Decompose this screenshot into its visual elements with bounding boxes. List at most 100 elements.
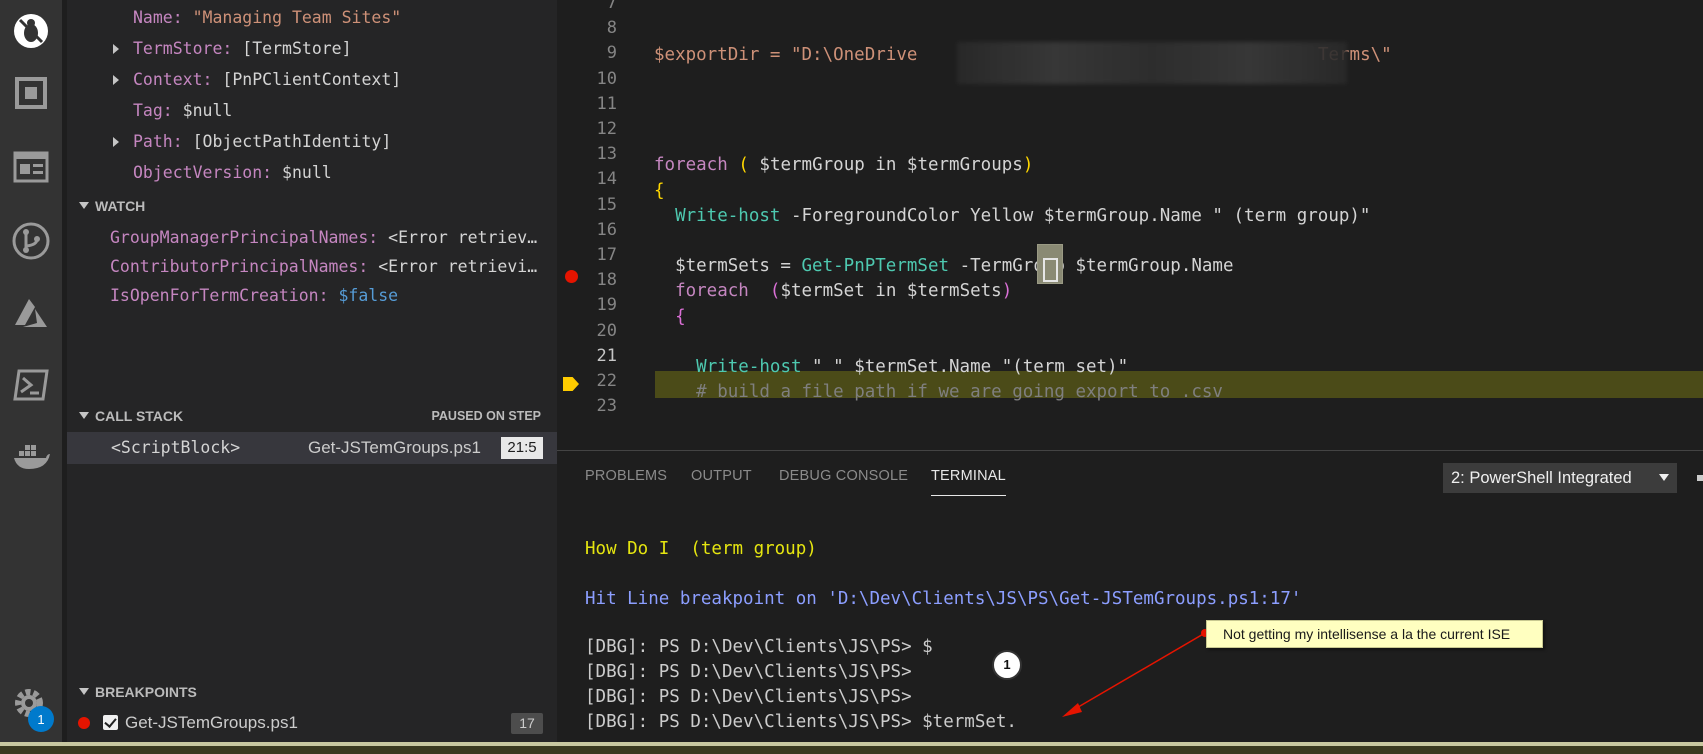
code-line-14: { bbox=[654, 181, 665, 201]
foreach-outer-expr: $termGroup in $termGroups bbox=[759, 155, 1023, 175]
watch-name: GroupManagerPrincipalNames: bbox=[110, 228, 379, 247]
expand-icon[interactable] bbox=[113, 44, 119, 54]
get-cmd: Get-PnPTermSet bbox=[801, 256, 950, 276]
variable-name: TermStore: bbox=[133, 39, 233, 58]
code-line-22: # build a file path if we are going expo… bbox=[654, 379, 1223, 406]
line-number: 21 bbox=[596, 345, 617, 366]
watch-value: $false bbox=[328, 286, 399, 305]
code-line-19: { bbox=[675, 307, 686, 327]
step-number-marker: 1 bbox=[992, 650, 1022, 680]
paused-status: PAUSED ON STEP bbox=[431, 409, 541, 423]
frame-file: Get-JSTemGroups.ps1 bbox=[308, 438, 481, 457]
terminal-line: [DBG]: PS D:\Dev\Clients\JS\PS> bbox=[585, 687, 912, 707]
explorer-panel-button[interactable] bbox=[0, 136, 62, 198]
line-number: 20 bbox=[596, 320, 617, 341]
variable-name: Tag: bbox=[133, 101, 173, 120]
source-control-button[interactable] bbox=[0, 210, 62, 272]
breakpoint-enabled-checkbox[interactable] bbox=[103, 715, 118, 730]
debug-off-icon bbox=[14, 14, 48, 48]
terminal-select-value: 2: PowerShell Integrated bbox=[1451, 469, 1632, 487]
foreach-inner-expr: $termSet in $termSets bbox=[780, 281, 1002, 301]
line-number: 12 bbox=[596, 119, 617, 139]
breakpoints-section-header[interactable]: BREAKPOINTS bbox=[67, 677, 557, 707]
terminal-select[interactable]: 2: PowerShell Integrated bbox=[1443, 463, 1677, 493]
debug-sidebar: Name: "Managing Team Sites" TermStore: [T… bbox=[67, 0, 557, 742]
redacted-path bbox=[957, 42, 1347, 84]
tab-problems[interactable]: PROBLEMS bbox=[585, 468, 667, 484]
term-sets-assign: $termSets = bbox=[675, 256, 802, 276]
watch-item[interactable]: IsOpenForTermCreation: $false bbox=[110, 280, 557, 311]
breakpoint-item[interactable]: Get-JSTemGroups.ps1 17 bbox=[67, 708, 557, 738]
variable-row[interactable]: Context: [PnPClientContext] bbox=[113, 64, 401, 95]
chevron-down-icon bbox=[1659, 474, 1669, 481]
write-host-1-args: -ForegroundColor Yellow $termGroup.Name … bbox=[790, 206, 1371, 226]
debug-view-button[interactable] bbox=[0, 0, 62, 62]
panel-action-icon[interactable] bbox=[1697, 475, 1703, 481]
powershell-icon bbox=[13, 369, 49, 401]
azure-button[interactable] bbox=[0, 282, 62, 344]
watch-title: WATCH bbox=[95, 198, 146, 214]
variable-name: Name: bbox=[133, 8, 183, 27]
terminal-line: How Do I (term group) bbox=[585, 539, 817, 559]
code-comment: # build a file path if we are going expo… bbox=[696, 382, 1223, 402]
variable-row[interactable]: ObjectVersion: $null bbox=[133, 157, 332, 188]
export-dir-prefix: $exportDir = "D:\OneDrive bbox=[654, 45, 928, 65]
line-number: 19 bbox=[596, 295, 617, 316]
line-number: 13 bbox=[596, 144, 617, 165]
watch-item[interactable]: ContributorPrincipalNames: <Error retrie… bbox=[110, 251, 557, 282]
tab-debug-console[interactable]: DEBUG CONSOLE bbox=[779, 468, 908, 484]
code-line-17: $termSets = Get-PnPTermSet -TermGroup $t… bbox=[654, 253, 1234, 280]
call-stack-section-header[interactable]: CALL STACK PAUSED ON STEP bbox=[67, 401, 557, 431]
extensions-button[interactable] bbox=[0, 62, 62, 124]
breakpoint-file: Get-JSTemGroups.ps1 bbox=[125, 713, 298, 732]
bottom-panel: PROBLEMS OUTPUT DEBUG CONSOLE TERMINAL 2… bbox=[557, 450, 1703, 742]
variable-row[interactable]: TermStore: [TermStore] bbox=[113, 33, 352, 64]
tab-output[interactable]: OUTPUT bbox=[691, 468, 752, 484]
terminal-line: Hit Line breakpoint on 'D:\Dev\Clients\J… bbox=[585, 589, 1302, 609]
tab-terminal[interactable]: TERMINAL bbox=[931, 468, 1006, 484]
write-host-2-args: " " $termSet.Name "(term set)" bbox=[801, 357, 1129, 377]
code-line-13: foreach ( $termGroup in $termGroups) bbox=[654, 155, 1034, 175]
annotation-callout: Not getting my intellisense a la the cur… bbox=[1206, 620, 1543, 648]
variable-row[interactable]: Path: [ObjectPathIdentity] bbox=[113, 126, 392, 157]
docker-button[interactable] bbox=[0, 424, 62, 486]
variable-row[interactable]: Tag: $null bbox=[133, 95, 232, 126]
collapse-icon bbox=[79, 688, 89, 695]
powershell-button[interactable] bbox=[0, 354, 62, 416]
breakpoint-gutter-icon[interactable] bbox=[565, 270, 578, 283]
watch-item[interactable]: GroupManagerPrincipalNames: <Error retri… bbox=[110, 222, 557, 253]
call-stack-title: CALL STACK bbox=[95, 408, 184, 424]
breakpoint-line: 17 bbox=[511, 713, 543, 734]
frame-position: 21:5 bbox=[501, 437, 543, 459]
collapse-icon bbox=[79, 412, 89, 419]
breakpoints-title: BREAKPOINTS bbox=[95, 684, 197, 700]
terminal-line: [DBG]: PS D:\Dev\Clients\JS\PS> bbox=[585, 662, 912, 682]
variable-value: "Managing Team Sites" bbox=[182, 8, 402, 27]
frame-name: <ScriptBlock> bbox=[111, 438, 241, 457]
breakpoint-dot-icon bbox=[78, 717, 90, 729]
expand-icon[interactable] bbox=[113, 137, 119, 147]
variable-name: ObjectVersion: bbox=[133, 163, 273, 182]
watch-value: <Error retrievi… bbox=[368, 257, 538, 276]
terminal-line: [DBG]: PS D:\Dev\Clients\JS\PS> $ bbox=[585, 637, 933, 657]
variable-row[interactable]: Name: "Managing Team Sites" bbox=[133, 2, 401, 33]
terminal-line: [DBG]: PS D:\Dev\Clients\JS\PS> $termSet… bbox=[585, 712, 1017, 732]
settings-badge: 1 bbox=[28, 706, 54, 732]
call-stack-frame[interactable]: <ScriptBlock> Get-JSTemGroups.ps1 21:5 bbox=[67, 432, 557, 464]
line-number: 9 bbox=[606, 43, 617, 64]
source-control-icon bbox=[12, 222, 50, 260]
watch-name: IsOpenForTermCreation: bbox=[110, 286, 329, 305]
status-bar-strip bbox=[0, 742, 1703, 746]
expand-icon[interactable] bbox=[113, 75, 119, 85]
activity-bar: 1 bbox=[0, 0, 62, 742]
watch-section-header[interactable]: WATCH bbox=[67, 191, 557, 221]
line-number: 14 bbox=[596, 169, 617, 190]
docker-icon bbox=[14, 445, 50, 469]
get-args: -TermGroup $termGroup.Name bbox=[949, 256, 1234, 276]
line-number: 17 bbox=[596, 245, 617, 265]
code-editor[interactable]: 7 8 9 10 11 12 13 14 15 16 17 18 19 20 21 22 23 $exportD… bbox=[557, 0, 1703, 450]
code-line-21: Write-host " " $termSet.Name "(term set)… bbox=[696, 357, 1129, 377]
variable-name: Path: bbox=[133, 132, 183, 151]
explorer-panel-icon bbox=[13, 151, 49, 183]
variable-value: [ObjectPathIdentity] bbox=[182, 132, 392, 151]
